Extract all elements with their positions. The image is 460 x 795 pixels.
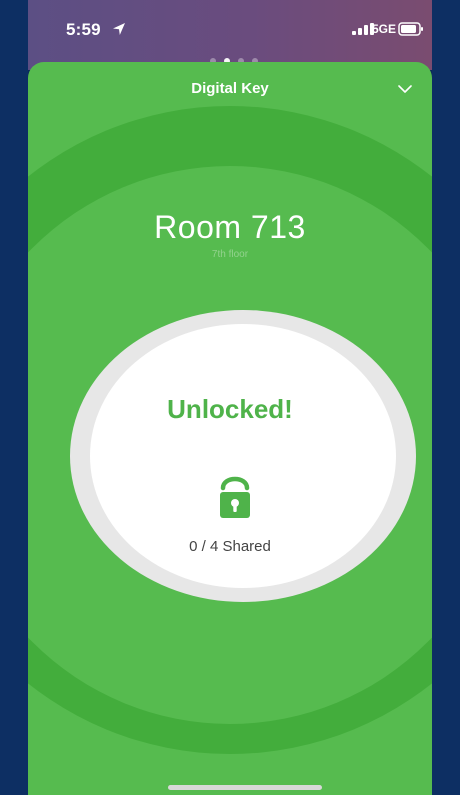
- battery-icon: [398, 22, 423, 36]
- network-label: 5GE: [371, 22, 396, 36]
- unlocked-lock-icon: [220, 476, 250, 518]
- room-subtitle: 7th floor: [211, 249, 249, 260]
- room-title: Room 713: [154, 209, 306, 245]
- home-indicator[interactable]: [168, 785, 322, 790]
- phone-screen: 5:59 5GE Digital Key Room 713 7th floor …: [28, 0, 432, 795]
- unlock-status: Unlocked!: [167, 394, 293, 424]
- status-bar: 5:59 5GE: [28, 0, 432, 70]
- shared-count: 0 / 4 Shared: [189, 538, 271, 555]
- chevron-down-icon[interactable]: [398, 84, 412, 94]
- signal-icon: [352, 23, 374, 35]
- digital-key-card: Digital Key Room 713 7th floor Unlocked!…: [28, 62, 432, 795]
- bottom-strip: [28, 765, 432, 795]
- card-title: Digital Key: [191, 80, 269, 97]
- status-time: 5:59: [66, 20, 101, 39]
- location-arrow-icon: [113, 23, 125, 35]
